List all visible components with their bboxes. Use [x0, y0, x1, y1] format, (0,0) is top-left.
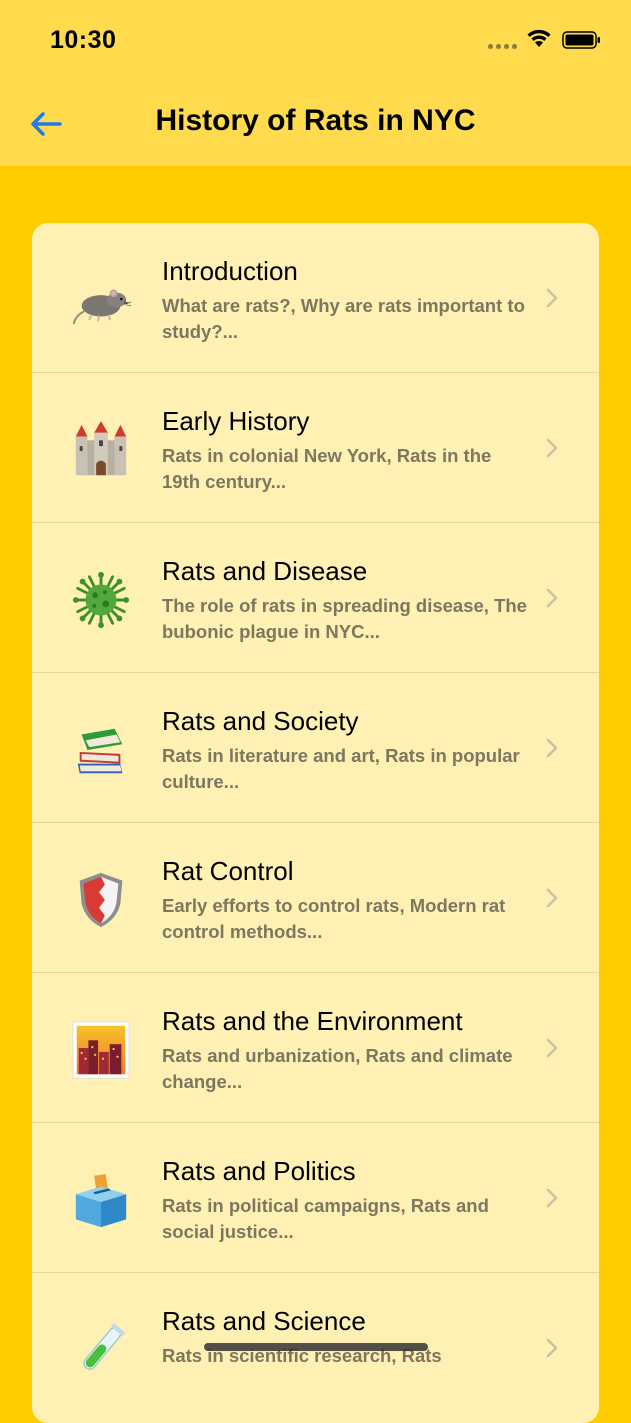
chevron-right-icon — [546, 438, 558, 458]
list-item-introduction[interactable]: Introduction What are rats?, Why are rat… — [32, 223, 599, 373]
list-item-subtitle: Rats in political campaigns, Rats and so… — [162, 1195, 489, 1242]
list-item-subtitle: Rats and urbanization, Rats and climate … — [162, 1045, 513, 1092]
page-title: History of Rats in NYC — [155, 104, 476, 137]
list-item-title: Rats and Politics — [162, 1156, 356, 1186]
list-item-title: Rat Control — [162, 856, 294, 886]
chevron-right-icon — [546, 1188, 558, 1208]
wifi-icon — [527, 29, 551, 47]
status-bar: 10:30 — [0, 0, 631, 84]
list-item-early-history[interactable]: Early History Rats in colonial New York,… — [32, 373, 599, 523]
list-item-subtitle: What are rats?, Why are rats important t… — [162, 295, 525, 342]
chapter-list: Introduction What are rats?, Why are rat… — [32, 223, 599, 1423]
cityscape-icon — [70, 1019, 132, 1081]
cellular-signal-icon — [488, 44, 517, 49]
chevron-right-icon — [546, 1338, 558, 1358]
status-time: 10:30 — [50, 26, 117, 54]
list-item-title: Introduction — [162, 256, 298, 286]
rat-icon — [70, 269, 132, 331]
list-item-rat-control[interactable]: Rat Control Early efforts to control rat… — [32, 823, 599, 973]
books-icon — [70, 719, 132, 781]
list-item-subtitle: The role of rats in spreading disease, T… — [162, 595, 527, 642]
ballot-box-icon — [70, 1169, 132, 1231]
test-tube-icon — [70, 1319, 132, 1381]
list-item-title: Rats and Society — [162, 706, 359, 736]
list-item-rats-and-society[interactable]: Rats and Society Rats in literature and … — [32, 673, 599, 823]
list-item-subtitle: Rats in colonial New York, Rats in the 1… — [162, 445, 492, 492]
battery-icon — [562, 31, 600, 49]
home-indicator[interactable] — [204, 1343, 428, 1351]
list-item-title: Rats and the Environment — [162, 1006, 463, 1036]
list-item-rats-and-politics[interactable]: Rats and Politics Rats in political camp… — [32, 1123, 599, 1273]
list-item-rats-and-disease[interactable]: Rats and Disease The role of rats in spr… — [32, 523, 599, 673]
navigation-bar: History of Rats in NYC — [0, 84, 631, 166]
chevron-right-icon — [546, 588, 558, 608]
chevron-right-icon — [546, 738, 558, 758]
list-item-title: Rats and Science — [162, 1306, 366, 1336]
chevron-right-icon — [546, 1038, 558, 1058]
list-item-title: Early History — [162, 406, 310, 436]
shield-icon — [70, 869, 132, 931]
list-item-title: Rats and Disease — [162, 556, 368, 586]
chevron-right-icon — [546, 288, 558, 308]
list-item-subtitle: Rats in literature and art, Rats in popu… — [162, 745, 520, 792]
list-item-subtitle: Early efforts to control rats, Modern ra… — [162, 895, 506, 942]
virus-icon — [70, 569, 132, 631]
castle-icon — [70, 419, 132, 481]
list-item-rats-and-the-environment[interactable]: Rats and the Environment Rats and urbani… — [32, 973, 599, 1123]
chevron-right-icon — [546, 888, 558, 908]
